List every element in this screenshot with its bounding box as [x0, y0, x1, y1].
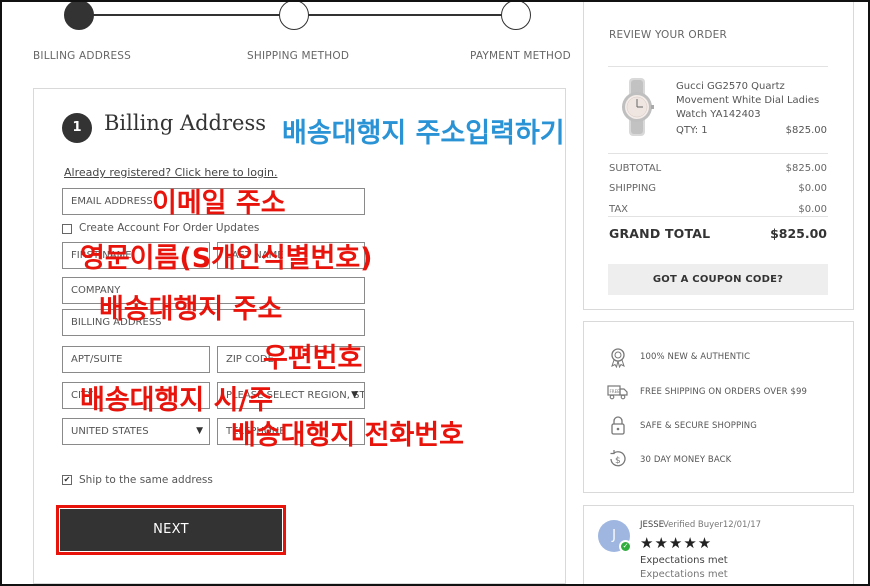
quantity-label: QTY: 1: [676, 125, 708, 136]
subtotal-value: $825.00: [785, 163, 827, 174]
grand-total-label: GRAND TOTAL: [609, 226, 711, 241]
medal-icon: [611, 348, 625, 368]
step-dot-billing[interactable]: [64, 0, 94, 30]
shipping-label: SHIPPING: [609, 183, 657, 194]
step-number-badge: 1: [62, 113, 92, 143]
svg-text:$: $: [615, 456, 621, 466]
review-meta: Verified Buyer12/01/17: [663, 520, 762, 530]
coupon-code-button[interactable]: GOT A COUPON CODE?: [608, 264, 828, 295]
divider: [608, 216, 828, 217]
annotation-name: 영문이름(S개인식별번호): [80, 243, 373, 274]
annotation-phone: 배송대행지 전화번호: [231, 420, 464, 451]
review-title: Expectations met: [640, 555, 728, 566]
subtotal-label: SUBTOTAL: [609, 163, 662, 174]
review-order-title: REVIEW YOUR ORDER: [609, 29, 727, 41]
verified-check-icon: ✓: [619, 540, 632, 553]
same-address-label: Ship to the same address: [79, 474, 213, 486]
shipping-value: $0.00: [798, 183, 827, 194]
watch-product-image[interactable]: [615, 78, 659, 136]
star-rating: ★★★★★: [640, 534, 713, 552]
feature-secure: SAFE & SECURE SHOPPING: [640, 421, 757, 431]
chevron-down-icon: ▼: [196, 426, 203, 436]
divider: [608, 66, 828, 67]
annotation-title: 배송대행지 주소입력하기: [282, 118, 565, 149]
step-dot-shipping[interactable]: [279, 0, 309, 30]
money-back-icon: $: [610, 450, 626, 467]
step-dot-payment[interactable]: [501, 0, 531, 30]
feature-authentic: 100% NEW & AUTHENTIC: [640, 352, 751, 362]
country-select[interactable]: UNITED STATES ▼: [62, 418, 210, 445]
annotation-zip: 우편번호: [263, 343, 363, 374]
chevron-down-icon: ▼: [351, 390, 358, 400]
next-button[interactable]: NEXT: [60, 509, 282, 551]
svg-text:FREE: FREE: [610, 389, 621, 394]
item-price: $825.00: [785, 125, 827, 136]
apt-suite-field[interactable]: APT/SUITE: [62, 346, 210, 373]
billing-address-title: Billing Address: [104, 111, 267, 135]
feature-free-shipping: FREE SHIPPING ON ORDERS OVER $99: [640, 387, 807, 397]
annotation-city: 배송대행지 시/주: [80, 385, 274, 416]
step-label-shipping: SHIPPING METHOD: [247, 50, 350, 62]
truck-icon: FREE: [607, 385, 628, 400]
country-select-value: UNITED STATES: [71, 426, 149, 437]
step-label-billing: BILLING ADDRESS: [33, 50, 132, 62]
annotation-address: 배송대행지 주소: [99, 294, 283, 325]
lock-icon: [611, 416, 625, 435]
divider: [608, 153, 828, 154]
review-text: Expectations met: [640, 569, 728, 580]
annotation-email: 이메일 주소: [152, 188, 286, 219]
same-address-checkbox[interactable]: ✔: [62, 475, 72, 485]
reviewer-name: JESSE: [640, 520, 665, 530]
tax-value: $0.00: [798, 204, 827, 215]
tax-label: TAX: [609, 204, 629, 215]
login-link[interactable]: Already registered? Click here to login.: [64, 166, 277, 179]
grand-total-value: $825.00: [770, 226, 827, 241]
create-account-checkbox[interactable]: [62, 224, 72, 234]
feature-money-back: 30 DAY MONEY BACK: [640, 455, 732, 465]
step-label-payment: PAYMENT METHOD: [470, 50, 571, 62]
create-account-label: Create Account For Order Updates: [79, 222, 260, 234]
product-name[interactable]: Gucci GG2570 Quartz Movement White Dial …: [676, 80, 826, 122]
